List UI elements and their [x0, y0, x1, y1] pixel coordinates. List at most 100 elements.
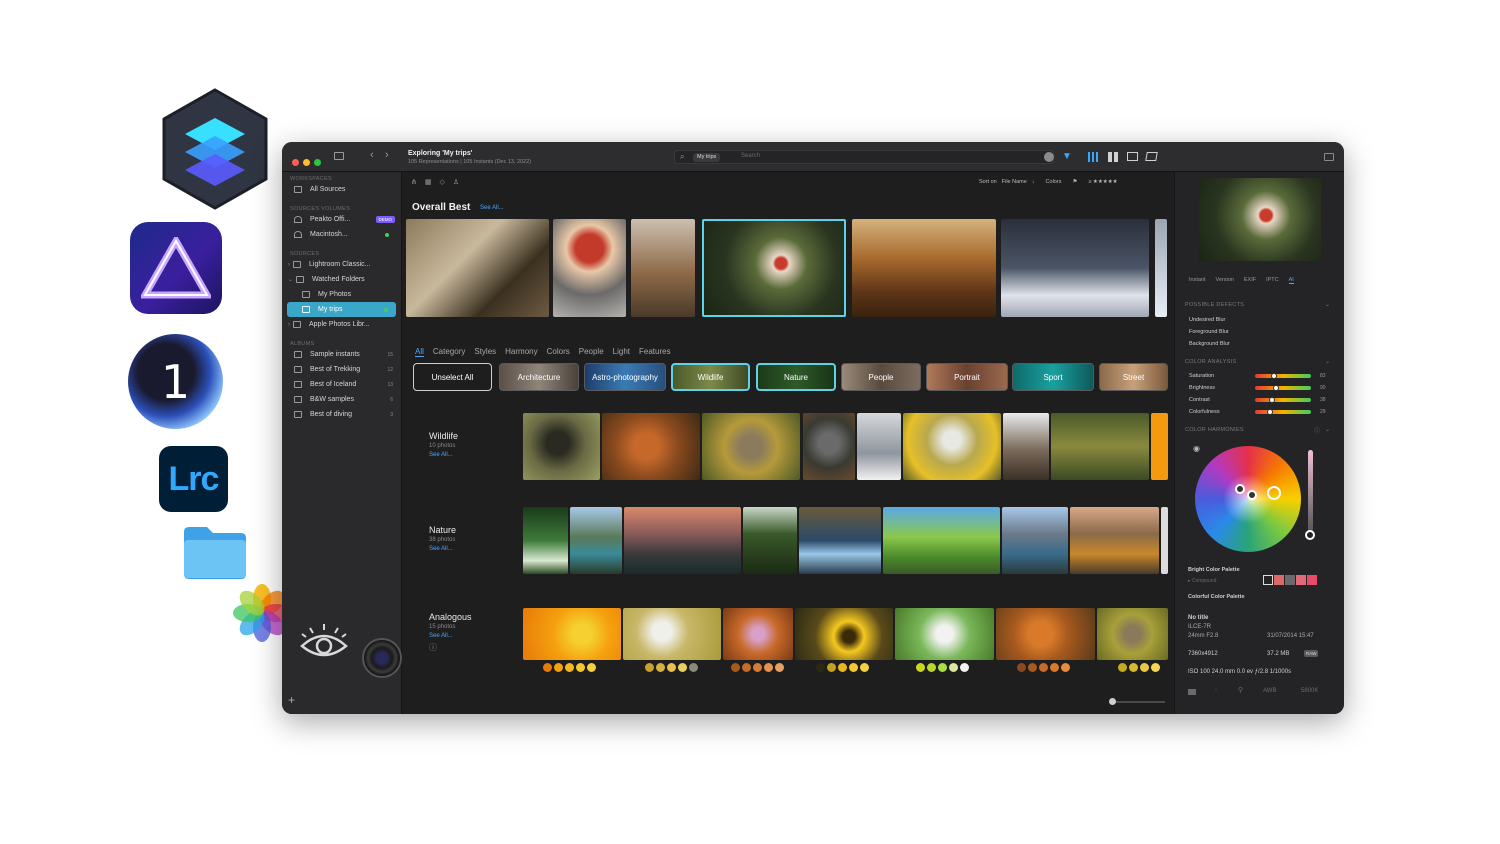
photo-thumbnail[interactable]: [623, 608, 721, 660]
single-view-icon[interactable]: [1127, 152, 1138, 161]
chevron-down-icon[interactable]: ⌄: [1325, 426, 1330, 433]
photo-thumbnail[interactable]: [523, 507, 568, 574]
photo-thumbnail[interactable]: [523, 608, 621, 660]
chevron-right-icon[interactable]: ›: [288, 262, 290, 268]
tab-exif[interactable]: EXIF: [1244, 277, 1256, 284]
minimize-window-button[interactable]: [303, 159, 310, 166]
chip-astro-photography[interactable]: Astro-photography: [584, 363, 666, 391]
chevron-down-icon[interactable]: ⌄: [1325, 301, 1330, 308]
inspector-toggle-icon[interactable]: [1324, 153, 1334, 161]
sidebar-item-macintosh[interactable]: Macintosh...: [282, 227, 401, 242]
swatch[interactable]: [1263, 575, 1273, 585]
row-see-all-link[interactable]: See All...: [429, 452, 458, 458]
sidebar-item-album[interactable]: Sample instants 15: [282, 347, 401, 362]
harmony-point[interactable]: [1247, 490, 1257, 500]
sidebar-item-lightroom[interactable]: › Lightroom Classic...: [282, 257, 401, 272]
chip-portrait[interactable]: Portrait: [926, 363, 1008, 391]
tab-styles[interactable]: Styles: [474, 347, 496, 356]
tools-icon[interactable]: ⋔: [411, 178, 417, 186]
color-wheel[interactable]: [1195, 446, 1301, 552]
photo-thumbnail[interactable]: [743, 507, 797, 574]
photo-thumbnail[interactable]: [570, 507, 622, 574]
photo-thumbnail[interactable]: [1070, 507, 1159, 574]
harmony-point[interactable]: [1267, 486, 1281, 500]
tag-icon[interactable]: ◇: [440, 178, 445, 186]
sidebar-item-peakto[interactable]: Peakto Offi... DEMO: [282, 212, 401, 227]
info-icon[interactable]: ⓘ: [1314, 426, 1320, 435]
sidebar-item-album[interactable]: B&W samples 6: [282, 392, 401, 407]
search-bar[interactable]: ⌕ My trips Search: [674, 150, 1054, 164]
sidebar-item-watched-folders[interactable]: ⌄ Watched Folders: [282, 272, 401, 287]
tab-version[interactable]: Version: [1216, 277, 1234, 284]
rating-filter[interactable]: ≥ ★★★★★: [1088, 179, 1117, 185]
tab-people[interactable]: People: [579, 347, 604, 356]
photo-thumbnail-selected[interactable]: [702, 219, 846, 317]
lightness-slider[interactable]: [1308, 450, 1313, 532]
photo-thumbnail[interactable]: [1001, 219, 1149, 317]
calendar-icon[interactable]: ▦: [425, 178, 432, 186]
map-view-icon[interactable]: [1145, 152, 1158, 161]
grid-view-icon[interactable]: [1088, 152, 1098, 162]
eye-icon[interactable]: ◉: [1193, 444, 1200, 453]
add-button[interactable]: +: [288, 693, 295, 707]
swatch[interactable]: [1307, 575, 1317, 585]
photo-thumbnail[interactable]: [1002, 507, 1068, 574]
sidebar-item-album[interactable]: Best of Iceland 13: [282, 377, 401, 392]
tab-category[interactable]: Category: [433, 347, 465, 356]
harmony-point[interactable]: [1235, 484, 1245, 494]
swatch[interactable]: [1285, 575, 1295, 585]
chevron-down-icon[interactable]: ⌄: [1325, 358, 1330, 365]
window-controls[interactable]: [292, 153, 325, 171]
mosaic-view-icon[interactable]: [1108, 152, 1118, 162]
sort-field-select[interactable]: File Name: [1002, 179, 1027, 185]
photo-thumbnail[interactable]: [1003, 413, 1049, 480]
photo-thumbnail[interactable]: [803, 413, 855, 480]
zoom-slider-handle[interactable]: [1109, 698, 1116, 705]
lightness-slider-handle[interactable]: [1305, 530, 1315, 540]
tab-instant[interactable]: Instant: [1189, 277, 1206, 284]
photo-thumbnail[interactable]: [996, 608, 1095, 660]
photo-thumbnail[interactable]: [1155, 219, 1167, 317]
chip-nature[interactable]: Nature: [756, 363, 836, 391]
zoom-slider[interactable]: [1113, 701, 1165, 703]
chip-street[interactable]: Street: [1099, 363, 1168, 391]
sidebar-item-my-photos[interactable]: My Photos: [282, 287, 401, 302]
info-icon[interactable]: ⓘ: [429, 642, 472, 653]
zoom-window-button[interactable]: [314, 159, 321, 166]
photo-thumbnail[interactable]: [852, 219, 996, 317]
chevron-down-icon[interactable]: ⌄: [288, 276, 293, 283]
photo-thumbnail[interactable]: [702, 413, 800, 480]
photo-thumbnail[interactable]: [523, 413, 600, 480]
chip-people[interactable]: People: [841, 363, 921, 391]
back-icon[interactable]: ‹: [370, 149, 374, 161]
compound-toggle[interactable]: ▸ Compound: [1188, 578, 1216, 584]
tab-colors[interactable]: Colors: [547, 347, 570, 356]
photo-thumbnail[interactable]: [857, 413, 901, 480]
sidebar-item-all-sources[interactable]: All Sources: [282, 182, 401, 197]
photo-thumbnail[interactable]: [903, 413, 1001, 480]
chevron-right-icon[interactable]: ›: [288, 322, 290, 328]
close-window-button[interactable]: [292, 159, 299, 166]
sidebar-item-album[interactable]: Best of Trekking 12: [282, 362, 401, 377]
photo-thumbnail[interactable]: [895, 608, 994, 660]
sidebar-toggle-icon[interactable]: [334, 152, 344, 160]
search-input[interactable]: Search: [741, 153, 760, 159]
forward-icon[interactable]: ›: [385, 149, 389, 161]
photo-thumbnail[interactable]: [631, 219, 695, 317]
photo-thumbnail[interactable]: [602, 413, 700, 480]
photo-thumbnail[interactable]: [1051, 413, 1149, 480]
row-see-all-link[interactable]: See All...: [429, 633, 472, 639]
photo-thumbnail[interactable]: [1161, 507, 1168, 574]
photo-thumbnail[interactable]: [406, 219, 549, 317]
person-icon[interactable]: ♙: [453, 178, 459, 186]
sidebar-item-album[interactable]: Best of diving 3: [282, 407, 401, 422]
tab-light[interactable]: Light: [613, 347, 630, 356]
photo-thumbnail[interactable]: [883, 507, 1000, 574]
tab-ai[interactable]: AI: [1288, 277, 1294, 284]
overall-see-all-link[interactable]: See All...: [480, 205, 504, 211]
row-see-all-link[interactable]: See All...: [429, 546, 456, 552]
chip-architecture[interactable]: Architecture: [499, 363, 579, 391]
sort-direction-icon[interactable]: ↓: [1032, 179, 1035, 185]
chip-wildlife[interactable]: Wildlife: [671, 363, 750, 391]
flag-icon[interactable]: ⚑: [1072, 179, 1077, 185]
